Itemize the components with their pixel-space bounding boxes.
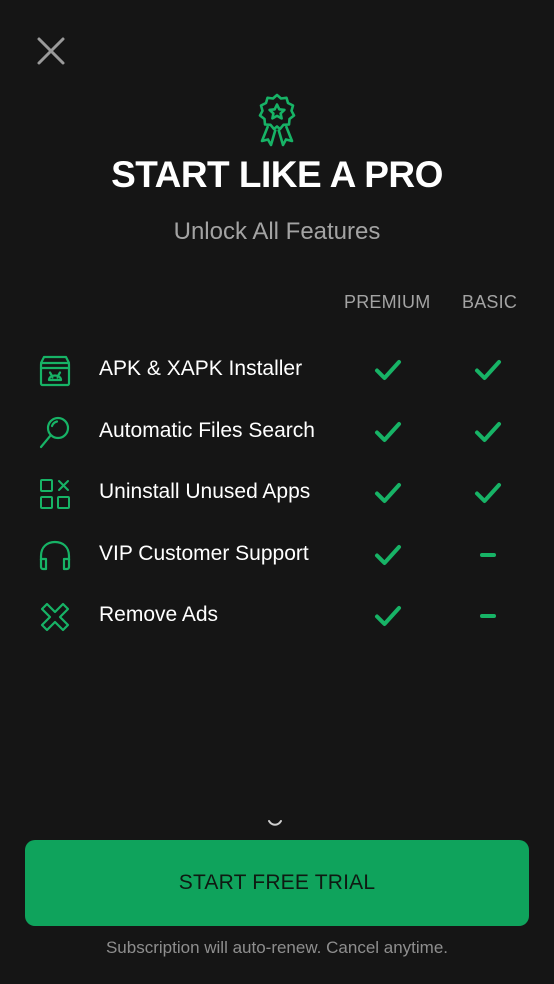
feature-row-uninstall-apps: Uninstall Unused Apps (0, 462, 554, 524)
feature-label: Remove Ads (99, 603, 219, 626)
close-icon (37, 37, 65, 65)
page-title: START LIKE A PRO (111, 154, 443, 195)
feature-row-files-search: Automatic Files Search (0, 401, 554, 463)
dash-icon (480, 552, 496, 557)
check-icon (475, 483, 501, 503)
feature-row-remove-ads: Remove Ads (0, 585, 554, 647)
subscription-note: Subscription will auto-renew. Cancel any… (105, 938, 449, 957)
feature-comparison-list: APK & XAPK Installer Automatic Files Sea… (0, 339, 554, 647)
close-button[interactable] (34, 34, 68, 68)
feature-label: VIP Customer Support (99, 541, 309, 565)
check-icon (375, 360, 401, 380)
loading-spinner-icon (268, 820, 282, 826)
start-free-trial-label: START FREE TRIAL (178, 871, 376, 894)
feature-label: Automatic Files Search (99, 418, 315, 442)
check-icon (375, 606, 401, 626)
check-icon (475, 421, 501, 442)
check-icon (375, 483, 401, 503)
magnifier-icon (39, 416, 70, 448)
android-box-icon (39, 355, 71, 387)
remove-ads-icon (40, 602, 70, 632)
check-icon (375, 421, 401, 442)
feature-row-vip-support: VIP Customer Support (0, 524, 554, 586)
column-header-premium: PREMIUM (344, 292, 431, 312)
page-subtitle: Unlock All Features (173, 218, 381, 245)
feature-label: Uninstall Unused Apps (99, 480, 311, 503)
check-icon (375, 544, 401, 565)
headset-icon (39, 540, 71, 570)
feature-label: APK & XAPK Installer (99, 357, 303, 380)
feature-row-apk-installer: APK & XAPK Installer (0, 339, 554, 401)
award-ribbon-icon (258, 93, 296, 147)
apps-grid-remove-icon (40, 479, 70, 509)
dash-icon (480, 614, 496, 618)
check-icon (475, 360, 501, 380)
column-header-basic: BASIC (462, 292, 518, 312)
start-free-trial-button[interactable]: START FREE TRIAL (25, 840, 529, 926)
